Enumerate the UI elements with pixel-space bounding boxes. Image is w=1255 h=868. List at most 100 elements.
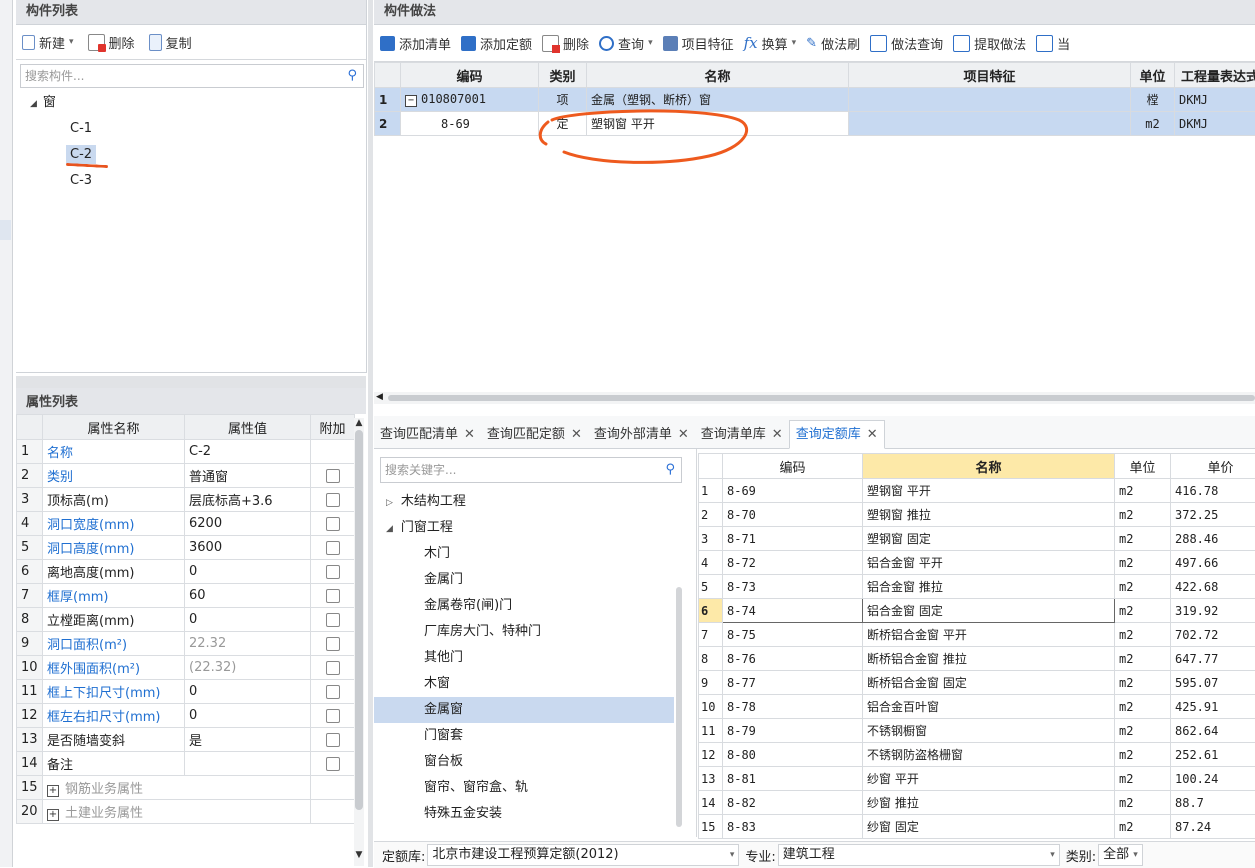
delete-button[interactable]: 删除 [88,33,135,52]
method-delete-button[interactable]: 删除 [542,34,589,53]
quota-row[interactable]: 148-82纱窗 推拉m288.7 [699,791,1255,815]
quota-tree-item[interactable]: 木门 [374,541,696,567]
property-row[interactable]: 7框厚(mm)60 [17,584,355,608]
quota-tree-item[interactable]: 木窗 [374,671,696,697]
collapse-arrow-icon[interactable]: ◢ [30,99,37,109]
tree-node-window[interactable]: ◢窗 [30,90,366,116]
attach-checkbox[interactable] [326,709,340,723]
attach-checkbox[interactable] [326,661,340,675]
quota-row[interactable]: 138-81纱窗 平开m2100.24 [699,767,1255,791]
property-row[interactable]: 15+钢筋业务属性 [17,776,355,800]
component-search-input[interactable]: 搜索构件... ⚲ [20,64,364,88]
property-value[interactable]: 3600 [185,536,311,560]
query-tab[interactable]: 查询匹配定额✕ [481,421,588,448]
tree-arrow-icon[interactable]: ◢ [386,524,393,534]
props-scrollbar[interactable]: ▲ ▼ [354,418,364,866]
attach-checkbox[interactable] [326,493,340,507]
quota-tree-item[interactable]: 特殊五金安装 [374,801,696,827]
property-value[interactable] [185,752,311,776]
method-row-1[interactable]: 1 −010807001 项 金属（塑钢、断桥）窗 樘 DKMJ [375,88,1255,112]
property-row[interactable]: 1名称C-2 [17,440,355,464]
quota-row[interactable]: 58-73铝合金窗 推拉m2422.68 [699,575,1255,599]
property-value[interactable]: 是 [185,728,311,752]
method-query-button[interactable]: 做法查询 [870,34,943,53]
property-row[interactable]: 13是否随墙变斜是 [17,728,355,752]
category-select[interactable]: 全部▾ [1098,844,1143,866]
quota-tree-item[interactable]: 窗帘、窗帘盒、轨 [374,775,696,801]
property-value[interactable]: 0 [185,560,311,584]
new-button[interactable]: 新建▾ [22,33,74,52]
quota-row[interactable]: 158-83纱窗 固定m287.24 [699,815,1255,839]
close-icon[interactable]: ✕ [772,427,783,442]
quota-tree-item[interactable]: ◢门窗工程 [374,515,696,541]
quota-tree-item[interactable]: ▷木结构工程 [374,489,696,515]
property-value[interactable]: 0 [185,608,311,632]
quota-row[interactable]: 78-75断桥铝合金窗 平开m2702.72 [699,623,1255,647]
close-icon[interactable]: ✕ [464,427,475,442]
quota-tree-item[interactable]: 金属门 [374,567,696,593]
quota-tree-item[interactable]: 金属窗 [374,697,674,723]
add-quota-button[interactable]: 添加定额 [461,34,532,53]
expand-icon[interactable]: + [47,809,59,821]
scroll-thumb[interactable] [355,430,363,810]
property-row[interactable]: 8立樘距离(mm)0 [17,608,355,632]
query-tab[interactable]: 查询定额库✕ [789,420,885,449]
search-icon[interactable]: ⚲ [665,458,675,482]
property-row[interactable]: 12框左右扣尺寸(mm)0 [17,704,355,728]
method-brush-button[interactable]: ✎做法刷 [806,34,860,53]
row-feature[interactable] [849,88,1131,112]
query-tab[interactable]: 查询清单库✕ [695,421,789,448]
attach-checkbox[interactable] [326,565,340,579]
property-value[interactable]: 22.32 [185,632,311,656]
tree-item-c3[interactable]: C-3 [30,168,366,194]
attach-checkbox[interactable] [326,685,340,699]
quota-tree-item[interactable]: 门窗套 [374,723,696,749]
keyword-search-input[interactable]: 搜索关键字... ⚲ [380,457,682,483]
attach-checkbox[interactable] [326,517,340,531]
quota-row[interactable]: 118-79不锈钢橱窗m2862.64 [699,719,1255,743]
property-value[interactable]: 0 [185,704,311,728]
property-value[interactable]: 普通窗 [185,464,311,488]
current-button[interactable]: 当 [1036,34,1070,53]
close-icon[interactable]: ✕ [571,427,582,442]
scroll-up-icon[interactable]: ▲ [354,418,364,428]
convert-button[interactable]: fx换算▾ [744,34,797,53]
vertical-splitter[interactable] [368,0,373,867]
property-value[interactable]: C-2 [185,440,311,464]
close-icon[interactable]: ✕ [867,427,878,442]
copy-button[interactable]: 复制 [149,33,192,52]
method-hscrollbar[interactable]: ◀ [374,392,1255,404]
quota-tree-item[interactable]: 厂库房大门、特种门 [374,619,696,645]
quota-row[interactable]: 128-80不锈钢防盗格栅窗m2252.61 [699,743,1255,767]
quota-tree-item[interactable]: 其他门 [374,645,696,671]
quota-row[interactable]: 108-78铝合金百叶窗m2425.91 [699,695,1255,719]
query-tab[interactable]: 查询外部清单✕ [588,421,695,448]
expand-icon[interactable]: + [47,785,59,797]
tree-item-c2[interactable]: C-2 [30,142,366,168]
property-row[interactable]: 5洞口高度(mm)3600 [17,536,355,560]
quota-row[interactable]: 98-77断桥铝合金窗 固定m2595.07 [699,671,1255,695]
quota-tree-item[interactable]: 窗台板 [374,749,696,775]
quota-row[interactable]: 48-72铝合金窗 平开m2497.66 [699,551,1255,575]
method-row-2[interactable]: 2 8-69 定 塑钢窗 平开 m2 DKMJ [375,112,1255,136]
attach-checkbox[interactable] [326,733,340,747]
query-tab[interactable]: 查询匹配清单✕ [374,421,481,448]
collapse-toggle-icon[interactable]: − [405,95,417,107]
scroll-left-icon[interactable]: ◀ [376,392,383,402]
attach-checkbox[interactable] [326,541,340,555]
query-button[interactable]: 查询▾ [599,34,653,53]
quota-row[interactable]: 38-71塑钢窗 固定m2288.46 [699,527,1255,551]
property-value[interactable]: 6200 [185,512,311,536]
property-row[interactable]: 3顶标高(m)层底标高+3.6 [17,488,355,512]
property-row[interactable]: 4洞口宽度(mm)6200 [17,512,355,536]
property-row[interactable]: 11框上下扣尺寸(mm)0 [17,680,355,704]
property-row[interactable]: 6离地高度(mm)0 [17,560,355,584]
property-value[interactable]: (22.32) [185,656,311,680]
quota-row[interactable]: 68-74铝合金窗 固定m2319.92 [699,599,1255,623]
property-row[interactable]: 20+土建业务属性 [17,800,355,824]
scroll-down-icon[interactable]: ▼ [354,850,364,860]
spec-select[interactable]: 建筑工程▾ [778,844,1060,866]
attach-checkbox[interactable] [326,469,340,483]
quota-lib-select[interactable]: 北京市建设工程预算定额(2012)▾ [427,844,739,866]
tree-arrow-icon[interactable]: ▷ [386,498,393,508]
